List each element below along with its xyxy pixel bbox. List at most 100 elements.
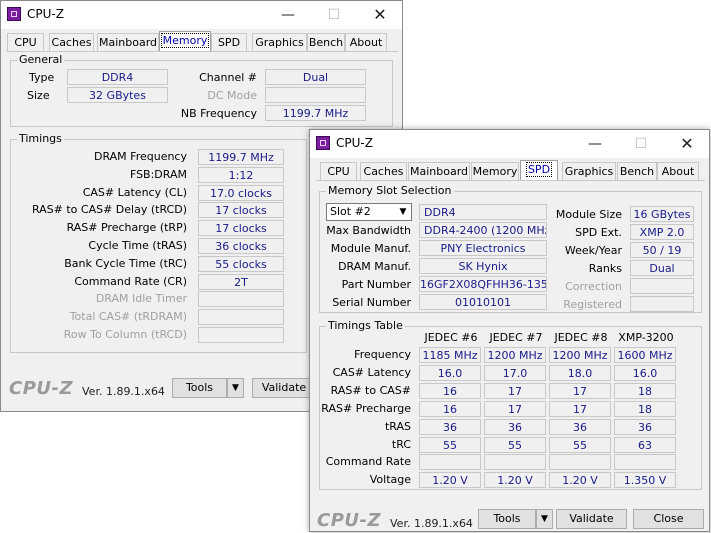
- module-size-value: 16 GBytes: [630, 206, 694, 222]
- tab-about[interactable]: About: [657, 162, 699, 180]
- tab-mainboard[interactable]: Mainboard: [408, 162, 470, 180]
- timings-group: Timings DRAM Frequency 1199.7 MHz FSB:DRAM…: [10, 132, 307, 353]
- tab-memory[interactable]: Memory: [471, 162, 519, 180]
- timing-label: DRAM Frequency: [93, 150, 187, 163]
- tab-about[interactable]: About: [345, 33, 387, 51]
- tab-caches[interactable]: Caches: [360, 162, 407, 180]
- timings-cell: 16.0: [419, 364, 481, 381]
- timing-value: 55 clocks: [198, 255, 284, 272]
- module-manuf-label: Module Manuf.: [330, 242, 411, 255]
- tools-button[interactable]: Tools: [478, 509, 536, 529]
- validate-button[interactable]: Validate: [556, 509, 627, 529]
- nb-frequency-label: NB Frequency: [180, 107, 257, 120]
- maximize-icon[interactable]: ☐: [311, 1, 357, 29]
- channel-label: Channel #: [199, 71, 257, 84]
- memory-slot-group-title: Memory Slot Selection: [326, 184, 454, 197]
- tab-cpu[interactable]: CPU: [7, 33, 44, 51]
- timings-cell: 1200 MHz: [484, 347, 546, 363]
- timing-value: 1199.7 MHz: [198, 149, 284, 165]
- timings-row-label: tRC: [391, 437, 411, 451]
- timings-cell: 16: [419, 382, 481, 399]
- timings-cell: 1200 MHz: [549, 347, 611, 363]
- tab-divider: [316, 180, 705, 181]
- correction-value: [630, 278, 694, 294]
- version-text: Ver. 1.89.1.x64: [390, 517, 473, 530]
- tab-caches[interactable]: Caches: [49, 33, 94, 51]
- timing-value: 17.0 clocks: [198, 184, 284, 201]
- close-icon[interactable]: ✕: [664, 130, 710, 158]
- cpuz-app-icon: [7, 7, 21, 21]
- max-bandwidth-value: DDR4-2400 (1200 MHz): [419, 222, 547, 238]
- validate-button[interactable]: Validate: [252, 378, 316, 398]
- timing-value: 17 clocks: [198, 220, 284, 237]
- timings-cell: 1600 MHz: [614, 347, 676, 363]
- timings-cell: 18: [614, 400, 676, 417]
- module-manuf-value: PNY Electronics: [419, 240, 547, 256]
- ranks-value: Dual: [630, 260, 694, 276]
- timing-value: 17 clocks: [198, 202, 284, 219]
- tab-cpu[interactable]: CPU: [320, 162, 357, 180]
- timings-cell: 18.0: [549, 364, 611, 381]
- timing-value: [198, 309, 284, 326]
- cpuz-window-spd: CPU-Z — ☐ ✕ CPU Caches Mainboard Memory …: [309, 129, 710, 532]
- channel-value: Dual: [265, 69, 366, 85]
- title-bar[interactable]: CPU-Z — ☐ ✕: [1, 1, 402, 29]
- timings-cell: 63: [614, 436, 676, 453]
- maximize-icon[interactable]: ☐: [618, 130, 664, 158]
- tab-spd[interactable]: SPD: [211, 33, 247, 51]
- tab-bench[interactable]: Bench: [307, 33, 345, 51]
- timings-cell: 17: [484, 400, 546, 417]
- close-icon[interactable]: ✕: [357, 1, 403, 29]
- timings-table-group: Timings Table JEDEC #6 JEDEC #7 JEDEC #8 XM…: [319, 319, 702, 490]
- timings-row-label: CAS# Latency: [332, 365, 411, 379]
- dc-mode-label: DC Mode: [207, 89, 257, 102]
- timing-value: [198, 327, 284, 343]
- timings-cell: 36: [549, 418, 611, 435]
- dram-manuf-label: DRAM Manuf.: [338, 260, 411, 273]
- timing-label: Row To Column (tRCD): [63, 328, 187, 341]
- minimize-icon[interactable]: —: [265, 1, 311, 29]
- timings-cell: [614, 454, 676, 471]
- slot-select[interactable]: Slot #2 ▼: [326, 203, 412, 221]
- timings-cell: 1.20 V: [484, 472, 546, 489]
- timing-label: RAS# Precharge (tRP): [66, 221, 187, 235]
- timing-label: Total CAS# (tRDRAM): [69, 310, 187, 324]
- registered-value: [630, 296, 694, 312]
- timings-cell: 36: [614, 418, 676, 435]
- chevron-down-icon[interactable]: ▼: [227, 378, 244, 398]
- chevron-down-icon: ▼: [399, 207, 407, 217]
- timings-row-label: Frequency: [354, 348, 411, 361]
- tab-memory[interactable]: Memory: [159, 31, 211, 52]
- timings-column-header: XMP-3200: [618, 331, 674, 344]
- timings-cell: 18: [614, 382, 676, 399]
- title-bar[interactable]: CPU-Z — ☐ ✕: [310, 130, 709, 158]
- timing-value: 36 clocks: [198, 238, 284, 254]
- tab-graphics[interactable]: Graphics: [562, 162, 616, 180]
- dram-manuf-value: SK Hynix: [419, 258, 547, 274]
- timings-group-title: Timings: [17, 132, 64, 145]
- nb-frequency-value: 1199.7 MHz: [265, 105, 366, 121]
- timings-row-label: Voltage: [369, 473, 411, 487]
- timings-cell: 1185 MHz: [419, 347, 481, 363]
- tab-spd[interactable]: SPD: [520, 160, 558, 181]
- tab-spd-label: SPD: [525, 162, 553, 177]
- tab-bench[interactable]: Bench: [617, 162, 657, 180]
- correction-label: Correction: [565, 280, 622, 293]
- timings-row-label: RAS# to CAS#: [330, 383, 411, 397]
- module-size-label: Module Size: [555, 208, 622, 221]
- tools-button[interactable]: Tools: [172, 378, 227, 398]
- memory-slot-group: Memory Slot Selection Slot #2 ▼ DDR4 Max…: [319, 184, 702, 313]
- ranks-label: Ranks: [588, 262, 622, 275]
- tab-mainboard[interactable]: Mainboard: [97, 33, 159, 51]
- minimize-icon[interactable]: —: [572, 130, 618, 158]
- chevron-down-icon[interactable]: ▼: [536, 509, 553, 529]
- close-button[interactable]: Close: [633, 509, 704, 529]
- timings-column-header: JEDEC #7: [489, 331, 543, 344]
- timings-table-title: Timings Table: [326, 319, 405, 332]
- tab-graphics[interactable]: Graphics: [252, 33, 307, 51]
- window-title: CPU-Z: [336, 136, 373, 150]
- part-number-value: 16GF2X08QFHH36-135-K: [419, 276, 547, 292]
- timings-cell: 17: [484, 382, 546, 399]
- timings-cell: 17.0: [484, 364, 546, 381]
- timings-row-label: tRAS: [384, 419, 411, 433]
